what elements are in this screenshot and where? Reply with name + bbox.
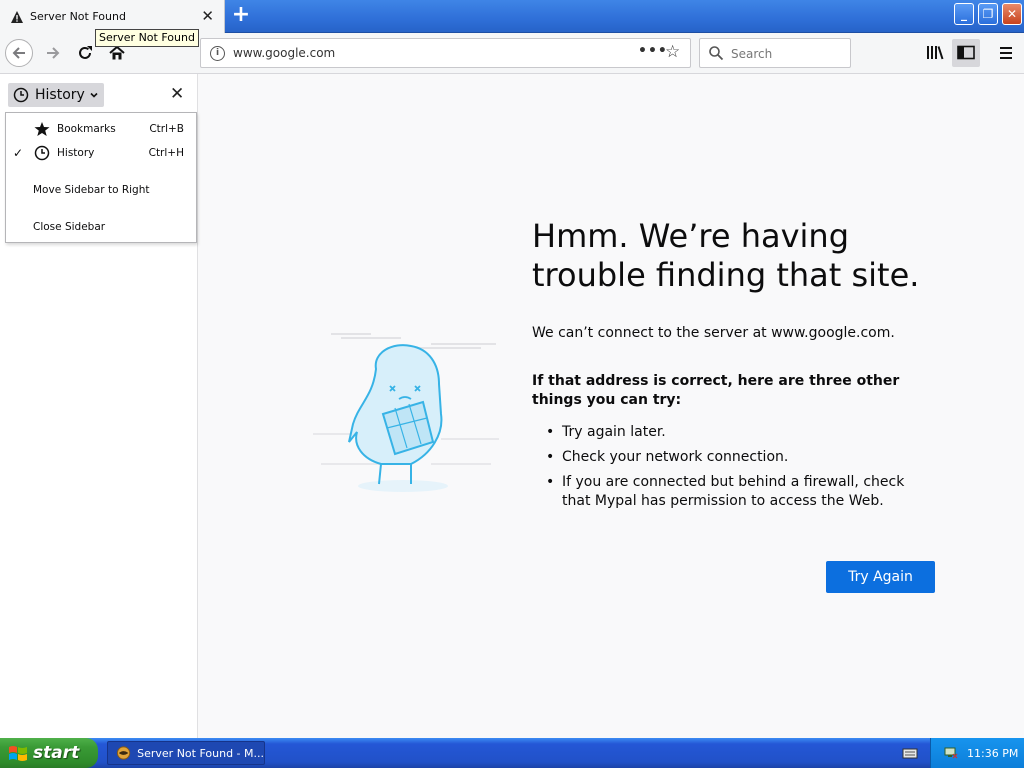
minimize-button[interactable]: _ — [954, 3, 974, 25]
taskbar-window-button[interactable]: Server Not Found - M... — [107, 741, 265, 765]
taskbar: start Server Not Found - M... 11:36 PM — [0, 738, 1024, 768]
browser-app-icon — [116, 746, 131, 760]
forward-button[interactable] — [38, 39, 68, 67]
menu-item-bookmarks[interactable]: Bookmarks Ctrl+B — [6, 118, 196, 140]
error-subtitle: If that address is correct, here are thr… — [532, 373, 900, 408]
home-icon — [109, 45, 125, 60]
reload-icon — [79, 46, 92, 59]
address-bar[interactable]: i www.google.com ••• ☆ — [200, 38, 691, 68]
sidebar-dropdown-menu: Bookmarks Ctrl+B ✓ History Ctrl+H Move S… — [5, 112, 197, 243]
star-icon — [34, 122, 50, 136]
sidebar-panel: History ✕ Bookmarks Ctrl+B ✓ History Ctr… — [0, 74, 198, 738]
clock-icon — [13, 87, 29, 103]
library-icon — [927, 46, 944, 60]
network-icon[interactable] — [943, 745, 959, 761]
page-actions-button[interactable]: ••• — [638, 43, 668, 59]
menu-item-label: Move Sidebar to Right — [33, 184, 150, 196]
start-label: start — [33, 743, 80, 763]
error-description: We can’t connect to the server at www.go… — [532, 325, 895, 341]
back-button[interactable] — [4, 39, 34, 67]
app-menu-button[interactable] — [993, 39, 1019, 67]
search-input[interactable] — [731, 45, 841, 62]
keyboard-icon[interactable] — [902, 746, 918, 760]
chevron-down-icon — [90, 92, 98, 98]
menu-item-history[interactable]: ✓ History Ctrl+H — [6, 142, 196, 164]
maximize-button[interactable]: ❐ — [978, 3, 998, 25]
error-page: Hmm. We’re having trouble finding that s… — [199, 74, 1024, 738]
info-icon[interactable]: i — [210, 46, 225, 61]
search-bar[interactable] — [699, 38, 851, 68]
try-again-button[interactable]: Try Again — [826, 561, 935, 593]
list-item: If you are connected but behind a firewa… — [532, 473, 932, 511]
clock-icon — [34, 145, 50, 161]
sidebar-icon — [957, 45, 975, 60]
search-icon — [709, 46, 724, 61]
menu-item-shortcut: Ctrl+B — [149, 123, 184, 135]
library-button[interactable] — [922, 39, 948, 67]
menu-item-close-sidebar[interactable]: Close Sidebar — [6, 216, 196, 238]
url-text[interactable]: www.google.com — [233, 46, 335, 60]
tab-tooltip: Server Not Found — [95, 29, 199, 47]
error-title: Hmm. We’re having trouble finding that s… — [532, 217, 920, 294]
check-icon: ✓ — [13, 146, 24, 160]
start-button[interactable]: start — [0, 738, 98, 768]
new-tab-button[interactable]: + — [230, 4, 252, 28]
arrow-right-icon — [47, 47, 60, 59]
hamburger-menu-icon — [1000, 47, 1012, 59]
bookmark-star-icon[interactable]: ☆ — [665, 42, 680, 62]
clock: 11:36 PM — [967, 746, 1019, 760]
arrow-left-icon — [12, 47, 25, 59]
close-tab-icon[interactable]: ✕ — [201, 8, 214, 24]
warning-icon — [11, 10, 23, 23]
menu-item-shortcut: Ctrl+H — [148, 147, 184, 159]
windows-logo-icon — [9, 746, 27, 761]
system-tray: 11:36 PM — [930, 738, 1024, 768]
menu-item-label: History — [57, 147, 95, 159]
menu-item-label: Close Sidebar — [33, 221, 106, 233]
sidebar-toggle-button[interactable] — [952, 39, 980, 67]
menu-item-label: Bookmarks — [57, 123, 116, 135]
sidebar-switcher[interactable]: History — [8, 83, 104, 107]
list-item: Try again later. — [532, 423, 932, 442]
menu-item-move-sidebar-right[interactable]: Move Sidebar to Right — [6, 179, 196, 201]
close-sidebar-icon[interactable]: ✕ — [170, 85, 184, 103]
close-window-button[interactable]: ✕ — [1002, 3, 1022, 25]
tab-title: Server Not Found — [30, 10, 126, 23]
taskbar-window-label: Server Not Found - M... — [137, 746, 264, 760]
list-item: Check your network connection. — [532, 448, 932, 467]
sidebar-title: History — [35, 87, 85, 103]
suggestion-list: Try again later. Check your network conn… — [532, 423, 932, 517]
dinosaur-illustration — [313, 333, 499, 492]
